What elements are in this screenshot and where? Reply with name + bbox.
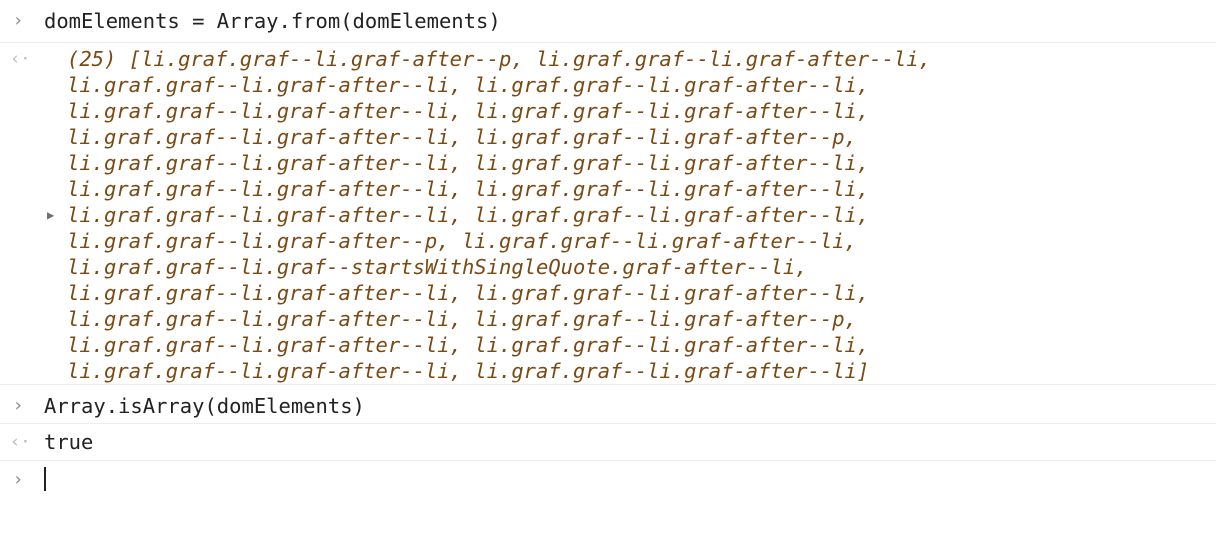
console-output-row: ‹· (25) [li.graf.graf--li.graf-after--p,… bbox=[0, 42, 1216, 385]
output-line: (25) [li.graf.graf--li.graf-after--p, li… bbox=[67, 47, 931, 71]
console-input-row: › Array.isArray(domElements) bbox=[0, 385, 1216, 424]
output-line: li.graf.graf--li.graf-after--p, li.graf.… bbox=[67, 229, 857, 253]
output-line: li.graf.graf--li.graf-after--li, li.graf… bbox=[67, 359, 870, 383]
output-line[interactable]: li.graf.graf--li.graf-after--li, li.graf… bbox=[67, 202, 869, 228]
output-line: li.graf.graf--li.graf-after--li, li.graf… bbox=[67, 177, 870, 201]
disclosure-triangle-icon[interactable]: ▶ bbox=[47, 202, 59, 228]
output-line: li.graf.graf--li.graf-after--li, li.graf… bbox=[67, 307, 857, 331]
console-input-text[interactable]: Array.isArray(domElements) bbox=[44, 393, 365, 419]
output-line: li.graf.graf--li.graf-after--li, li.graf… bbox=[67, 73, 870, 97]
return-arrow-icon: ‹· bbox=[10, 432, 31, 452]
console-result-text: true bbox=[44, 430, 94, 454]
output-line: li.graf.graf--li.graf-after--li, li.graf… bbox=[67, 333, 870, 357]
text-cursor bbox=[44, 467, 46, 491]
output-line: li.graf.graf--li.graf-after--li, li.graf… bbox=[67, 151, 870, 175]
console-prompt-row[interactable]: › bbox=[0, 461, 1216, 501]
output-line: li.graf.graf--li.graf-after--li, li.graf… bbox=[67, 99, 870, 123]
output-line: li.graf.graf--li.graf-after--li, li.graf… bbox=[67, 125, 857, 149]
console-input-text[interactable]: domElements = Array.from(domElements) bbox=[44, 8, 501, 34]
chevron-right-icon: › bbox=[12, 395, 24, 416]
return-arrow-icon: ‹· bbox=[10, 49, 31, 69]
console-result-row: ‹· true bbox=[0, 424, 1216, 461]
chevron-right-icon: › bbox=[12, 10, 24, 31]
output-line: li.graf.graf--li.graf--startsWithSingleQ… bbox=[67, 255, 808, 279]
console-input-row: › domElements = Array.from(domElements) bbox=[0, 0, 1216, 43]
chevron-right-icon: › bbox=[12, 469, 24, 490]
console-panel: › domElements = Array.from(domElements) … bbox=[0, 0, 1216, 538]
output-line: li.graf.graf--li.graf-after--li, li.graf… bbox=[67, 281, 870, 305]
